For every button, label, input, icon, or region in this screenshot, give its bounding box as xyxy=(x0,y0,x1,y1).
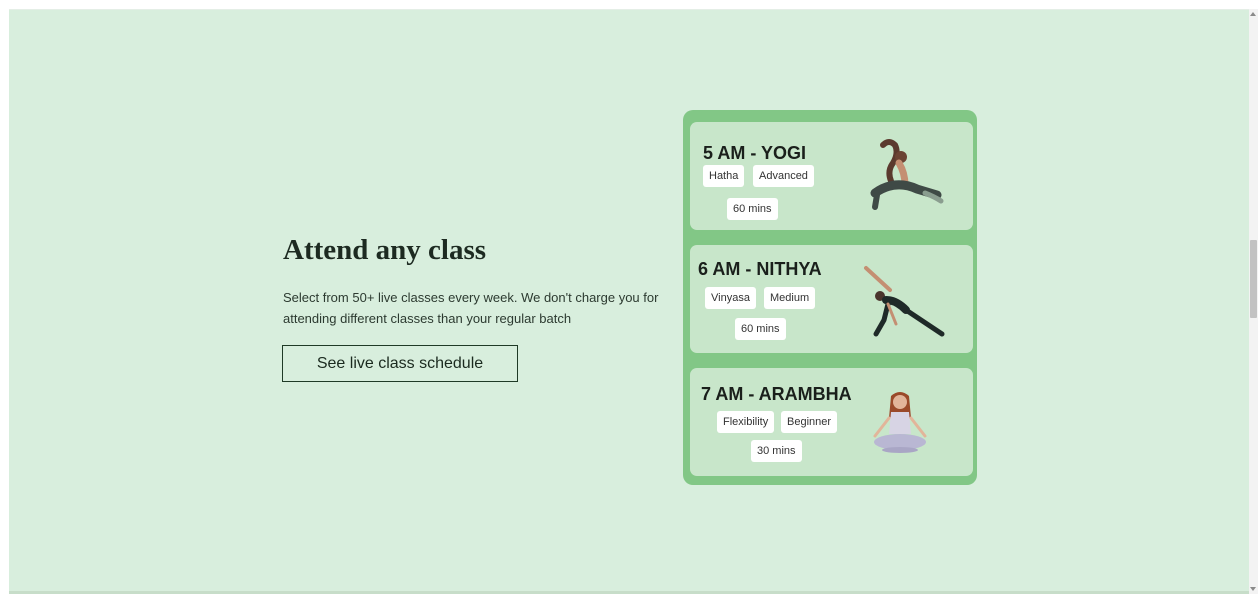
class-title: 5 AM - YOGI xyxy=(703,143,807,163)
class-title: 7 AM - ARAMBHA xyxy=(701,384,852,404)
yoga-pose-king-pigeon-image xyxy=(870,139,944,210)
yoga-pose-lotus-meditation-image xyxy=(873,392,927,453)
class-tag-style: Flexibility xyxy=(717,411,775,433)
class-tag-level: Beginner xyxy=(781,411,838,433)
class-tag-level: Advanced xyxy=(753,165,814,187)
scroll-up-arrow-icon[interactable] xyxy=(1250,12,1256,16)
class-duration: 60 mins xyxy=(735,318,786,340)
class-card-nithya[interactable]: 6 AM - NITHYA Vinyasa Medium 60 mins xyxy=(690,245,973,353)
see-schedule-button[interactable]: See live class schedule xyxy=(282,345,518,382)
scroll-down-arrow-icon[interactable] xyxy=(1250,587,1256,591)
class-card-yogi[interactable]: 5 AM - YOGI Hatha Advanced 60 mins xyxy=(690,122,973,230)
class-duration: 30 mins xyxy=(751,440,802,462)
class-title: 6 AM - NITHYA xyxy=(698,259,822,279)
scrollbar-thumb[interactable] xyxy=(1250,240,1257,318)
vertical-scrollbar[interactable] xyxy=(1249,9,1258,594)
class-list-panel: 5 AM - YOGI Hatha Advanced 60 mins 6 AM … xyxy=(683,110,977,485)
class-duration: 60 mins xyxy=(727,198,778,220)
section-heading: Attend any class xyxy=(283,234,487,266)
class-tag-style: Vinyasa xyxy=(705,287,756,309)
class-tag-level: Medium xyxy=(764,287,816,309)
yoga-pose-extended-side-angle-image xyxy=(864,266,945,337)
class-tag-style: Hatha xyxy=(703,165,745,187)
section-description: Select from 50+ live classes every week.… xyxy=(283,290,659,326)
class-card-arambha[interactable]: 7 AM - ARAMBHA Flexibility Beginner 30 m… xyxy=(690,368,973,476)
